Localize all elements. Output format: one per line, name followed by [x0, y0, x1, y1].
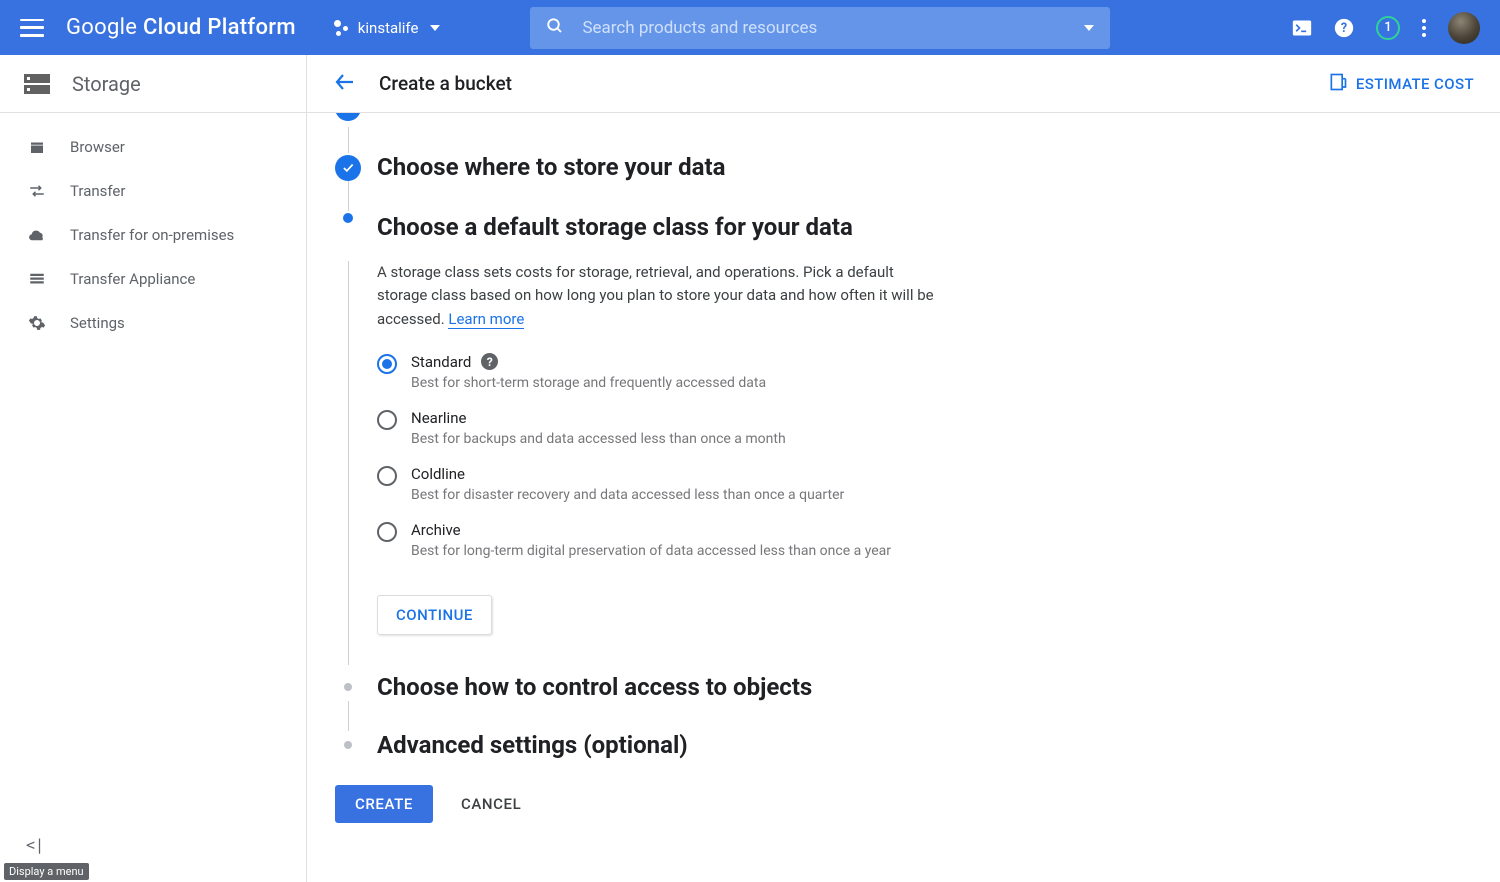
back-arrow-icon[interactable]: [333, 70, 357, 98]
sidebar-item-settings[interactable]: Settings: [0, 301, 306, 345]
page-title: Create a bucket: [379, 72, 1306, 95]
radio-nearline[interactable]: Nearline Best for backups and data acces…: [377, 409, 1500, 447]
radio-label: Coldline: [411, 465, 844, 483]
step-4-row[interactable]: Choose how to control access to objects: [319, 673, 1500, 701]
project-name: kinstalife: [358, 19, 419, 37]
radio-button-icon[interactable]: [377, 410, 397, 430]
sidebar-title: Storage: [72, 72, 141, 96]
storage-service-icon: [24, 74, 50, 94]
estimate-icon: [1328, 72, 1348, 96]
cloud-shell-icon[interactable]: [1292, 19, 1312, 37]
step-4-dot-icon: [344, 683, 352, 691]
radio-button-icon[interactable]: [377, 466, 397, 486]
logo-text-2: Cloud Platform: [143, 15, 296, 40]
step-5-title: Advanced settings (optional): [377, 731, 688, 759]
collapse-sidebar-icon[interactable]: <|: [26, 836, 44, 854]
transfer-icon: [28, 182, 46, 200]
storage-class-radio-group: Standard ? Best for short-term storage a…: [377, 353, 1500, 559]
cancel-button[interactable]: CANCEL: [461, 795, 521, 813]
radio-label: Nearline: [411, 409, 786, 427]
step-2-row[interactable]: Choose where to store your data: [319, 153, 1500, 181]
search-icon: [546, 17, 564, 39]
sidebar-item-label: Transfer Appliance: [70, 270, 195, 288]
sidebar-item-label: Settings: [70, 314, 125, 332]
step-5-row[interactable]: Advanced settings (optional): [319, 731, 1500, 759]
search-box[interactable]: [530, 7, 1110, 49]
sidebar-item-transfer-appliance[interactable]: Transfer Appliance: [0, 257, 306, 301]
gcp-logo[interactable]: Google Cloud Platform: [66, 15, 296, 40]
topbar-right: ? 1: [1292, 12, 1480, 44]
radio-coldline[interactable]: Coldline Best for disaster recovery and …: [377, 465, 1500, 503]
sidebar-item-transfer[interactable]: Transfer: [0, 169, 306, 213]
gear-icon: [28, 314, 46, 332]
step-1-check-icon: [335, 113, 361, 121]
search-input[interactable]: [582, 18, 1062, 38]
search-dropdown-icon[interactable]: [1084, 25, 1094, 31]
cloud-upload-icon: [28, 226, 46, 244]
step-4-title: Choose how to control access to objects: [377, 673, 812, 701]
create-button[interactable]: CREATE: [335, 785, 433, 823]
form-area: Choose where to store your data Choose a…: [307, 113, 1500, 863]
svg-text:?: ?: [1341, 21, 1347, 36]
project-selector[interactable]: kinstalife: [324, 13, 451, 43]
chevron-down-icon: [430, 25, 440, 31]
sidebar-item-label: Transfer: [70, 182, 125, 200]
sidebar-header: Storage: [0, 55, 306, 113]
notification-count: 1: [1384, 20, 1391, 35]
sidebar: Storage Browser Transfer Transfer for on…: [0, 55, 307, 882]
estimate-cost-button[interactable]: ESTIMATE COST: [1328, 72, 1474, 96]
browser-icon: [28, 138, 46, 156]
action-bar: CREATE CANCEL: [307, 759, 1500, 823]
radio-sublabel: Best for short-term storage and frequent…: [411, 375, 766, 391]
step-2-title: Choose where to store your data: [377, 153, 725, 181]
logo-text-1: Google: [66, 15, 143, 40]
step-5-dot-icon: [344, 741, 352, 749]
avatar[interactable]: [1448, 12, 1480, 44]
step-3-current-dot-icon: [343, 213, 353, 223]
radio-sublabel: Best for long-term digital preservation …: [411, 543, 891, 559]
estimate-cost-label: ESTIMATE COST: [1356, 75, 1474, 93]
help-icon[interactable]: ?: [1334, 18, 1354, 38]
continue-button[interactable]: CONTINUE: [377, 595, 492, 635]
notifications-badge[interactable]: 1: [1376, 16, 1400, 40]
more-options-icon[interactable]: [1422, 19, 1426, 37]
radio-label: Archive: [411, 521, 891, 539]
collapse-tooltip: Display a menu: [4, 863, 89, 880]
radio-archive[interactable]: Archive Best for long-term digital prese…: [377, 521, 1500, 559]
step-3-description: A storage class sets costs for storage, …: [377, 261, 937, 331]
step-3-row: Choose a default storage class for your …: [319, 211, 1500, 247]
sidebar-item-transfer-onprem[interactable]: Transfer for on-premises: [0, 213, 306, 257]
radio-label: Standard: [411, 353, 471, 371]
sidebar-nav: Browser Transfer Transfer for on-premise…: [0, 113, 306, 345]
radio-button-icon[interactable]: [377, 522, 397, 542]
main-panel: Create a bucket ESTIMATE COST: [307, 55, 1500, 882]
project-icon: [334, 20, 350, 36]
step-3-title: Choose a default storage class for your …: [377, 211, 853, 241]
learn-more-link[interactable]: Learn more: [448, 310, 524, 329]
step-2-check-icon: [335, 155, 361, 181]
help-icon[interactable]: ?: [481, 353, 498, 370]
radio-standard[interactable]: Standard ? Best for short-term storage a…: [377, 353, 1500, 391]
hamburger-menu-icon[interactable]: [20, 19, 44, 37]
sidebar-item-label: Browser: [70, 138, 125, 156]
sidebar-item-label: Transfer for on-premises: [70, 226, 234, 244]
sidebar-item-browser[interactable]: Browser: [0, 125, 306, 169]
appliance-icon: [28, 270, 46, 288]
radio-sublabel: Best for disaster recovery and data acce…: [411, 487, 844, 503]
radio-sublabel: Best for backups and data accessed less …: [411, 431, 786, 447]
main-header: Create a bucket ESTIMATE COST: [307, 55, 1500, 113]
radio-button-icon[interactable]: [377, 354, 397, 374]
top-bar: Google Cloud Platform kinstalife ? 1: [0, 0, 1500, 55]
